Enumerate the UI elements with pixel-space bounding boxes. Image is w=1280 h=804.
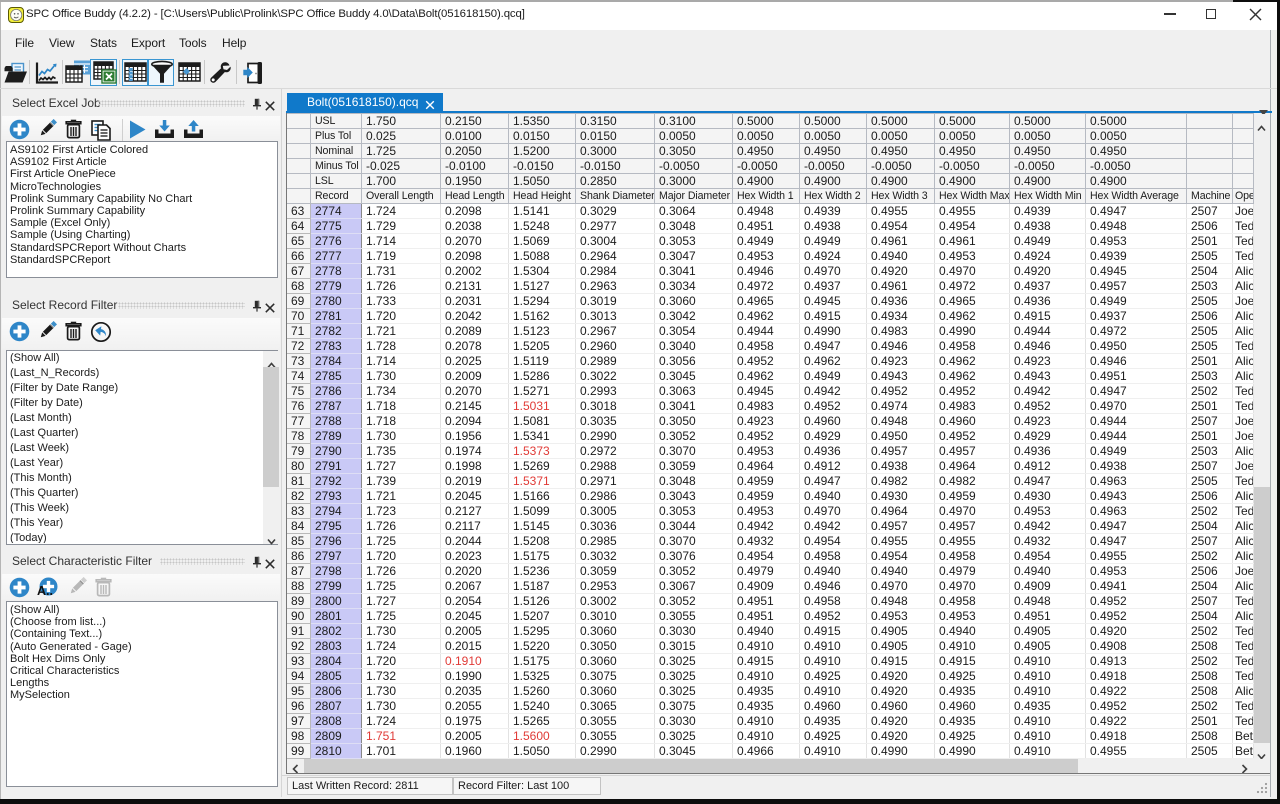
svg-text:A..: A.. (37, 584, 53, 598)
